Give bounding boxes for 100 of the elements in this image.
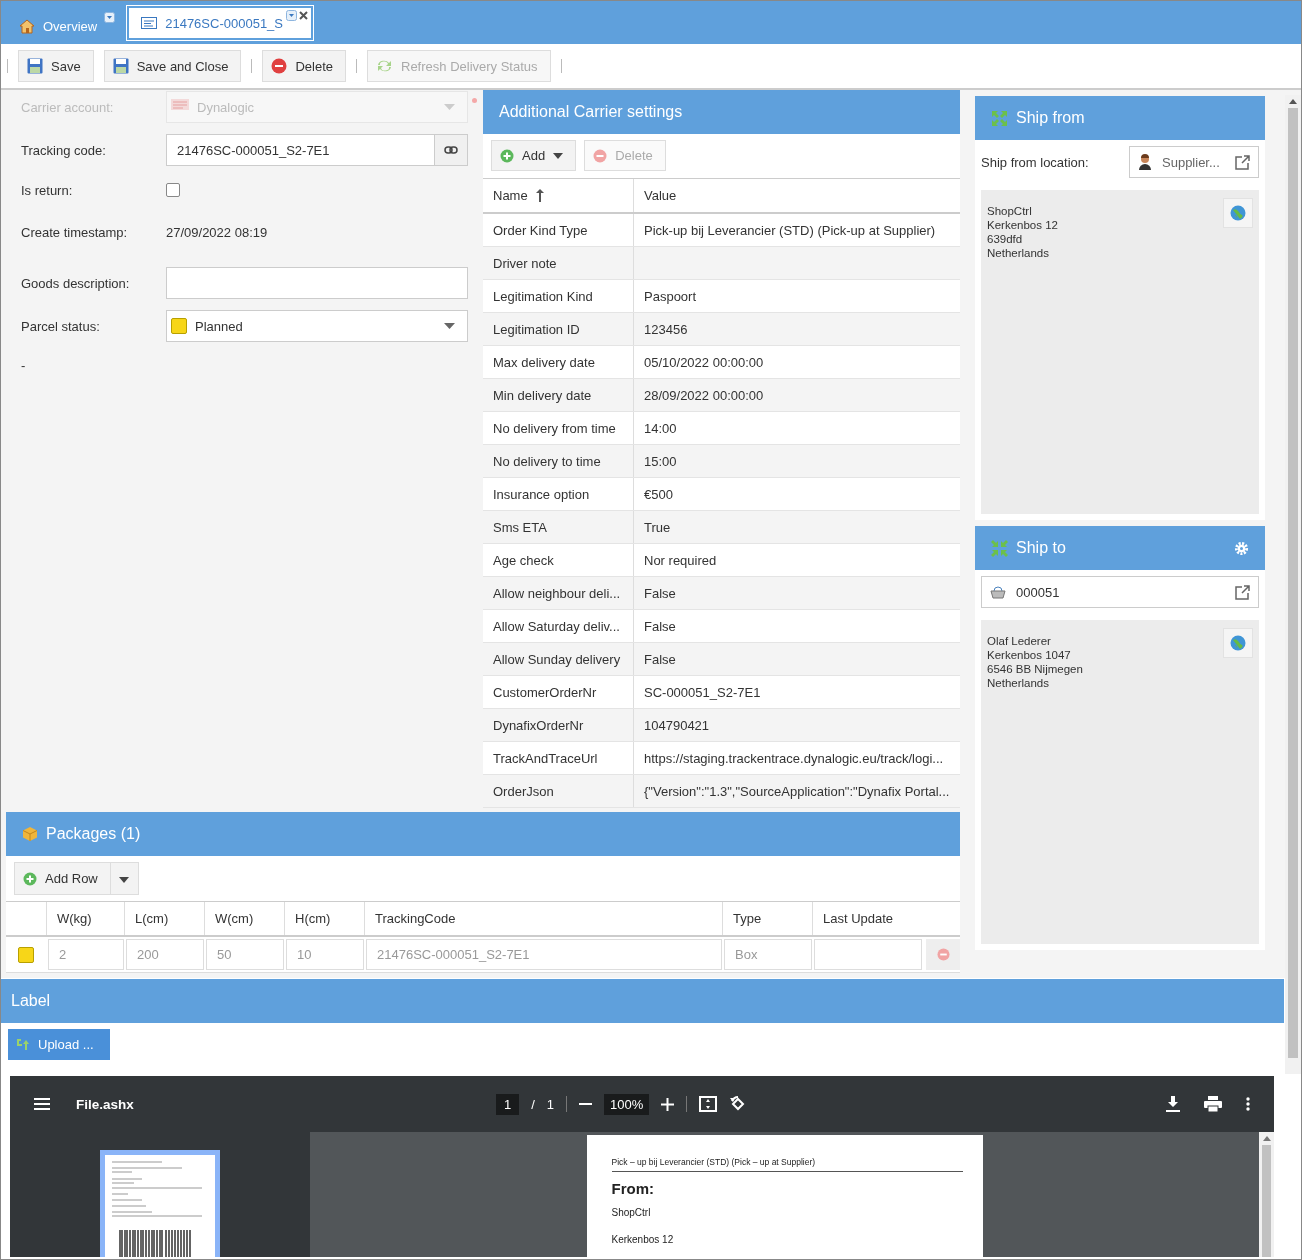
- address-line: ShopCtrl: [611, 1207, 652, 1218]
- external-link-icon[interactable]: [1235, 584, 1250, 600]
- table-cell-text: Pick-up bij Leverancier (STD) (Pick-up at Supplier): [643, 221, 937, 240]
- page-count: 1: [546, 1096, 555, 1112]
- delete-icon: [271, 58, 288, 74]
- page-number-field[interactable]: 1: [496, 1093, 520, 1115]
- settings-icon[interactable]: [1234, 540, 1249, 556]
- home-icon: [19, 18, 35, 34]
- print-icon[interactable]: [1204, 1096, 1222, 1112]
- table-cell: Allow Sunday delivery: [483, 643, 634, 675]
- more-options-icon[interactable]: [1246, 1097, 1250, 1111]
- map-button[interactable]: [1223, 198, 1253, 228]
- column-header[interactable]: H(cm): [284, 902, 364, 935]
- download-icon[interactable]: [1166, 1096, 1180, 1112]
- tracking-code-field[interactable]: 21476SC-000051_S2-7E1: [166, 134, 468, 166]
- column-header[interactable]: W(cm): [204, 902, 284, 935]
- table-cell-text: 05/10/2022 00:00:00: [643, 353, 765, 372]
- dropdown-button[interactable]: [109, 863, 138, 894]
- customer-field[interactable]: 000051: [981, 576, 1259, 608]
- external-link-icon[interactable]: [1235, 154, 1250, 170]
- table-cell-text: True: [643, 518, 672, 537]
- caret-icon: [553, 152, 564, 159]
- fit-page-icon[interactable]: [699, 1096, 718, 1112]
- minus-circle-icon: [593, 148, 608, 163]
- toolbar-button[interactable]: Save and Close: [103, 50, 242, 82]
- table-cell: Order Kind Type: [483, 214, 634, 246]
- table-cell: DynafixOrderNr: [483, 709, 634, 741]
- scroll-up-icon[interactable]: [1289, 99, 1297, 104]
- link-button[interactable]: [434, 135, 467, 165]
- caret-icon: [444, 323, 455, 329]
- table-cell: No delivery from time: [483, 412, 634, 444]
- table-cell: Age check: [483, 544, 634, 576]
- tab[interactable]: 21476SC-000051_S: [127, 6, 314, 40]
- note-text: -: [21, 358, 27, 373]
- address-line: Kerkenbos 1047: [987, 648, 1072, 662]
- section-title: Packages (1): [46, 825, 141, 843]
- address-line: Kerkenbos 12: [611, 1234, 675, 1245]
- table-cell-text: Nor required: [643, 551, 718, 570]
- expand-arrows-icon: [991, 109, 1008, 127]
- table-cell: Allow Saturday deliv...: [483, 610, 634, 642]
- table-cell-text: False: [643, 584, 677, 603]
- plus-circle-icon: [500, 148, 514, 163]
- page-heading: Pick – up bij Leverancier (STD) (Pick – up at Supplier): [611, 1157, 963, 1172]
- field-label: Parcel status:: [21, 318, 101, 334]
- column-header[interactable]: W(kg): [46, 902, 124, 935]
- table-cell-text: 15:00: [643, 452, 678, 471]
- menu-icon[interactable]: [34, 1098, 50, 1110]
- table-cell-text: {"Version":"1.3","SourceApplication":"Dynafix Portal...: [643, 782, 951, 801]
- status-select[interactable]: Planned: [166, 310, 468, 342]
- input-field[interactable]: [166, 267, 468, 299]
- timestamp-value: 27/09/2022 08:19: [166, 224, 268, 240]
- address-line: 6546 BB Nijmegen: [987, 662, 1083, 676]
- column-header[interactable]: Value: [634, 179, 960, 212]
- file-name: File.ashx: [76, 1096, 134, 1112]
- zoom-field[interactable]: 100%: [604, 1093, 650, 1115]
- upload-icon: [16, 1037, 30, 1052]
- field-label: Ship from location:: [981, 154, 1090, 170]
- basket-icon: [990, 585, 1006, 599]
- checkbox[interactable]: [166, 183, 180, 197]
- add-row-button[interactable]: Add Row: [15, 863, 110, 894]
- add-button[interactable]: Add: [491, 140, 577, 171]
- scroll-up-icon[interactable]: [1262, 1136, 1271, 1141]
- section-title: Label: [11, 992, 51, 1010]
- box-icon: [22, 826, 38, 842]
- table-cell: 2: [48, 939, 124, 970]
- table-cell: Box: [724, 939, 812, 970]
- table-cell: Legitimation Kind: [483, 280, 634, 312]
- minus-circle-icon: [936, 948, 950, 961]
- toolbar-button[interactable]: Save: [18, 50, 94, 82]
- table-cell: 50: [206, 939, 284, 970]
- field-label: Tracking code:: [21, 142, 107, 158]
- table-cell: Insurance option: [483, 478, 634, 510]
- map-button[interactable]: [1223, 628, 1253, 658]
- section-title: Ship from: [1016, 109, 1085, 127]
- address-line: Kerkenbos 12: [987, 218, 1058, 232]
- location-field[interactable]: Supplier...: [1129, 146, 1259, 178]
- table-cell-text: Paspoort: [643, 287, 698, 306]
- address-line: Netherlands: [987, 676, 1050, 690]
- scrollbar[interactable]: [1259, 1132, 1274, 1257]
- page-thumbnail-drawing[interactable]: [100, 1150, 220, 1257]
- table-cell-text: 28/09/2022 00:00:00: [643, 386, 765, 405]
- from-heading: From:: [611, 1180, 655, 1197]
- page-separator: /: [531, 1096, 535, 1112]
- zoom-in-icon[interactable]: [661, 1097, 675, 1111]
- table-cell: 200: [126, 939, 204, 970]
- field-label: Is return:: [21, 182, 74, 198]
- table-cell: TrackAndTraceUrl: [483, 742, 634, 774]
- column-header[interactable]: TrackingCode: [364, 902, 722, 935]
- column-header[interactable]: Name: [483, 179, 634, 212]
- column-header[interactable]: Last Update: [812, 902, 922, 935]
- field-label: Create timestamp:: [21, 224, 129, 240]
- close-icon[interactable]: [299, 11, 309, 20]
- dropdown-icon[interactable]: [104, 12, 116, 23]
- table-cell: Legitimation ID: [483, 313, 634, 345]
- dropdown-icon[interactable]: [286, 10, 298, 21]
- toolbar-button[interactable]: Delete: [262, 50, 346, 82]
- column-header[interactable]: Type: [722, 902, 812, 935]
- section-title: Additional Carrier settings: [499, 103, 683, 121]
- plus-circle-icon: [23, 871, 37, 886]
- column-header[interactable]: L(cm): [124, 902, 204, 935]
